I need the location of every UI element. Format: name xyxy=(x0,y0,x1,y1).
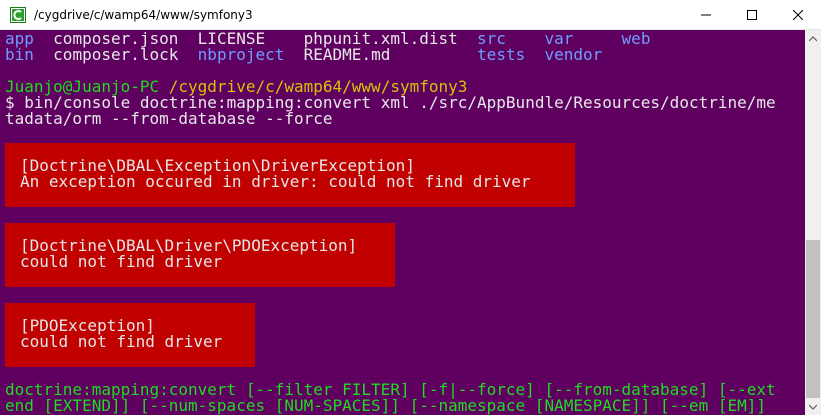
scroll-down-button[interactable] xyxy=(805,398,821,415)
minimize-icon xyxy=(701,14,711,16)
scrollbar-thumb[interactable] xyxy=(806,240,820,398)
maximize-button[interactable] xyxy=(729,0,775,30)
window-title: /cygdrive/c/wamp64/www/symfony3 xyxy=(34,8,253,22)
error-message: An exception occured in driver: could no… xyxy=(20,172,531,191)
error-message: could not find driver xyxy=(20,252,223,271)
ls-output-row: bin composer.lock nbproject README.md te… xyxy=(5,47,602,63)
error-message: could not find driver xyxy=(20,332,223,351)
ls-entry: nbproject xyxy=(197,45,285,64)
chevron-up-icon xyxy=(809,35,817,41)
cygwin-terminal-icon[interactable] xyxy=(10,7,26,23)
terminal-window: /cygdrive/c/wamp64/www/symfony3 app comp… xyxy=(0,0,821,415)
ls-entry: web xyxy=(621,30,651,48)
close-button[interactable] xyxy=(775,0,821,30)
scroll-up-button[interactable] xyxy=(805,30,821,47)
ls-entry: README.md xyxy=(303,45,391,64)
title-bar[interactable]: /cygdrive/c/wamp64/www/symfony3 xyxy=(0,0,821,30)
minimize-button[interactable] xyxy=(683,0,729,30)
close-icon xyxy=(793,10,803,20)
ls-entry: bin xyxy=(5,45,34,64)
maximize-icon xyxy=(747,10,757,20)
terminal-output[interactable]: app composer.json LICENSE phpunit.xml.di… xyxy=(0,30,805,415)
ls-entry: vendor xyxy=(544,45,603,64)
command-line-continued: tadata/orm --from-database --force xyxy=(5,109,333,128)
usage-line: end [EXTEND]] [--num-spaces [NUM-SPACES]… xyxy=(5,396,766,415)
ls-entry: composer.lock xyxy=(53,45,179,64)
vertical-scrollbar[interactable] xyxy=(805,30,821,415)
chevron-down-icon xyxy=(809,404,817,410)
ls-entry: tests xyxy=(477,45,526,64)
